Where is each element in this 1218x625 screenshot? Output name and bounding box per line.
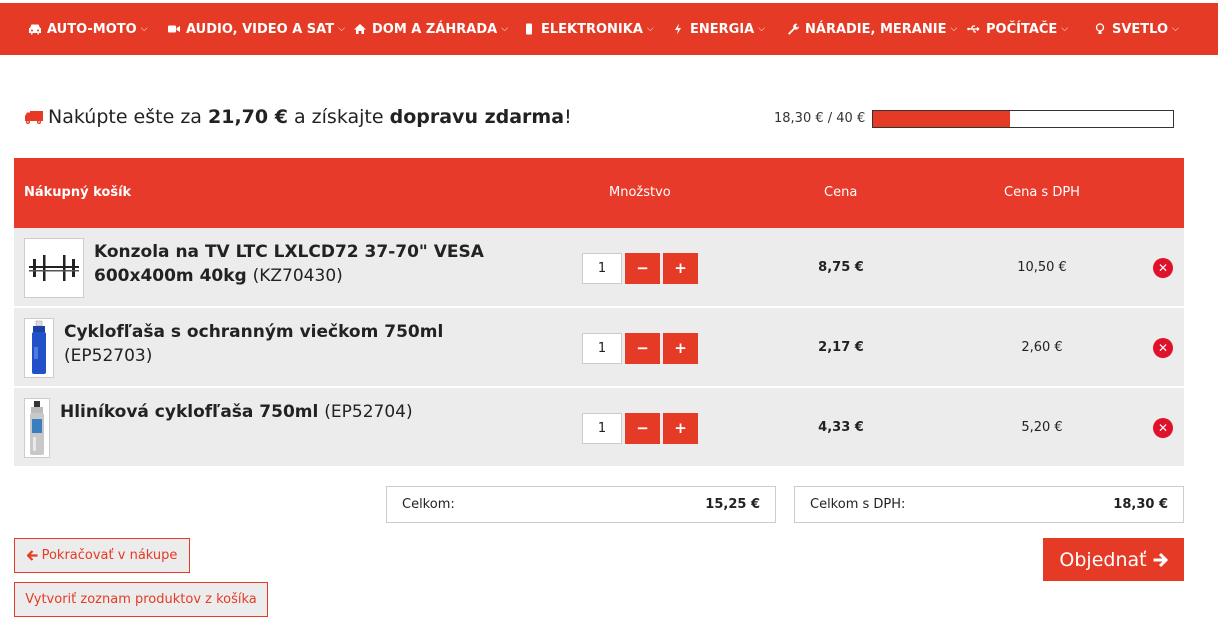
- decrease-qty-button[interactable]: −: [625, 413, 660, 444]
- create-list-label: Vytvoriť zoznam produktov z košíka: [25, 592, 257, 607]
- nav-label: AUDIO, VIDEO A SAT: [186, 21, 335, 37]
- chevron-down-icon: ⌵: [646, 24, 654, 34]
- cart-row: Cyklofľaša s ochranným viečkom 750ml (EP…: [14, 308, 1184, 388]
- product-title: Hliníková cyklofľaša 750ml: [60, 402, 319, 422]
- shipping-progress-text: 18,30 € / 40 €: [774, 111, 866, 126]
- nav-item-audio-video[interactable]: AUDIO, VIDEO A SAT ⌵: [167, 3, 345, 55]
- top-nav: AUTO-MOTO ⌵ AUDIO, VIDEO A SAT ⌵ DOM A ZÁH…: [0, 3, 1218, 55]
- cart-row: Konzola na TV LTC LXLCD72 37-70" VESA 60…: [14, 228, 1184, 308]
- water-bottle-image: [32, 320, 46, 374]
- product-image[interactable]: [24, 398, 50, 458]
- shipping-suffix: !: [564, 106, 572, 128]
- col-qty-header: Množstvo: [609, 185, 671, 200]
- shipping-amount: 21,70 €: [208, 106, 288, 128]
- col-price-header: Cena: [824, 185, 858, 200]
- wrench-icon: [788, 23, 800, 35]
- nav-item-energia[interactable]: ENERGIA ⌵: [671, 3, 765, 55]
- truck-icon: [25, 111, 43, 124]
- nav-label: AUTO-MOTO: [47, 21, 137, 37]
- product-code: (EP52703): [64, 346, 153, 366]
- cart-title: Nákupný košík: [24, 185, 132, 200]
- nav-label: POČÍTAČE: [986, 21, 1058, 37]
- video-camera-icon: [168, 25, 180, 33]
- increase-qty-button[interactable]: +: [663, 413, 698, 444]
- aluminium-bottle-image: [30, 401, 44, 455]
- nav-label: NÁRADIE, MERANIE: [805, 21, 947, 37]
- nav-item-naradie[interactable]: NÁRADIE, MERANIE ⌵: [786, 3, 957, 55]
- nav-item-auto-moto[interactable]: AUTO-MOTO ⌵: [28, 3, 148, 55]
- shipping-middle: a získajte: [293, 106, 384, 128]
- product-name[interactable]: Cyklofľaša s ochranným viečkom 750ml (EP…: [64, 320, 534, 368]
- continue-shopping-label: Pokračovať v nákupe: [41, 548, 178, 563]
- bolt-icon: [675, 23, 681, 35]
- product-image[interactable]: [24, 238, 84, 298]
- total-vat-value: 18,30 €: [1113, 497, 1168, 512]
- cart-header: Nákupný košík Množstvo Cena Cena s DPH: [14, 158, 1184, 228]
- quantity-input[interactable]: 1: [582, 333, 622, 364]
- nav-label: ENERGIA: [690, 21, 755, 37]
- tv-mount-image: [29, 255, 79, 281]
- free-shipping-notice: Nakúpte ešte za 21,70 € a získajte dopra…: [24, 106, 572, 128]
- decrease-qty-button[interactable]: −: [625, 333, 660, 364]
- item-price: 8,75 €: [818, 260, 864, 275]
- chevron-down-icon: ⌵: [758, 24, 766, 34]
- item-price: 4,33 €: [818, 420, 864, 435]
- remove-item-icon[interactable]: ✕: [1153, 338, 1173, 358]
- cart-row: Hliníková cyklofľaša 750ml (EP52704) 1 −…: [14, 388, 1184, 468]
- total-vat-box: Celkom s DPH: 18,30 €: [794, 486, 1184, 523]
- quantity-input[interactable]: 1: [582, 253, 622, 284]
- order-label: Objednať: [1059, 548, 1147, 571]
- total-vat-label: Celkom s DPH:: [810, 497, 906, 512]
- continue-shopping-button[interactable]: Pokračovať v nákupe: [14, 538, 190, 573]
- nav-item-dom-zahrada[interactable]: DOM A ZÁHRADA ⌵: [353, 3, 508, 55]
- shipping-progress-fill: [873, 111, 1011, 127]
- nav-label: DOM A ZÁHRADA: [372, 21, 498, 37]
- product-code: (EP52704): [324, 402, 413, 422]
- col-price-vat-header: Cena s DPH: [1004, 185, 1080, 200]
- decrease-qty-button[interactable]: −: [625, 253, 660, 284]
- nav-label: SVETLO: [1112, 21, 1169, 37]
- remove-item-icon[interactable]: ✕: [1153, 258, 1173, 278]
- product-image[interactable]: [24, 318, 54, 378]
- usb-icon: [967, 25, 980, 33]
- quantity-input[interactable]: 1: [582, 413, 622, 444]
- create-list-button[interactable]: Vytvoriť zoznam produktov z košíka: [14, 582, 268, 617]
- remove-item-icon[interactable]: ✕: [1153, 418, 1173, 438]
- total-value: 15,25 €: [705, 497, 760, 512]
- increase-qty-button[interactable]: +: [663, 333, 698, 364]
- item-price: 2,17 €: [818, 340, 864, 355]
- chevron-down-icon: ⌵: [338, 24, 345, 34]
- shipping-prefix: Nakúpte ešte za: [48, 106, 202, 128]
- home-icon: [354, 24, 366, 34]
- order-button[interactable]: Objednať: [1043, 538, 1184, 581]
- increase-qty-button[interactable]: +: [663, 253, 698, 284]
- cart-table: Nákupný košík Množstvo Cena Cena s DPH K…: [14, 158, 1184, 468]
- chevron-down-icon: ⌵: [501, 24, 509, 34]
- nav-item-elektronika[interactable]: ELEKTRONIKA ⌵: [522, 3, 654, 55]
- product-code: (KZ70430): [252, 266, 343, 286]
- shipping-free: dopravu zdarma: [389, 106, 565, 128]
- chevron-down-icon: ⌵: [950, 24, 958, 34]
- nav-label: ELEKTRONIKA: [541, 21, 643, 37]
- total-label: Celkom:: [402, 497, 455, 512]
- total-box: Celkom: 15,25 €: [386, 486, 776, 523]
- mobile-icon: [526, 23, 532, 35]
- car-icon: [29, 24, 41, 35]
- nav-item-svetlo[interactable]: SVETLO ⌵: [1093, 3, 1179, 55]
- chevron-down-icon: ⌵: [1172, 24, 1179, 34]
- chevron-down-icon: ⌵: [140, 24, 148, 34]
- item-price-vat: 2,60 €: [1021, 340, 1063, 355]
- item-price-vat: 10,50 €: [1017, 260, 1067, 275]
- item-price-vat: 5,20 €: [1021, 420, 1063, 435]
- product-title: Cyklofľaša s ochranným viečkom 750ml: [64, 322, 444, 342]
- chevron-down-icon: ⌵: [1061, 24, 1069, 34]
- arrow-right-icon: [1153, 552, 1168, 567]
- bulb-icon: [1095, 23, 1105, 34]
- shipping-progress-bar: [872, 110, 1174, 128]
- arrow-left-icon: [26, 550, 38, 561]
- product-name[interactable]: Hliníková cyklofľaša 750ml (EP52704): [60, 400, 530, 424]
- product-name[interactable]: Konzola na TV LTC LXLCD72 37-70" VESA 60…: [94, 240, 514, 288]
- nav-item-pocitace[interactable]: POČÍTAČE ⌵: [967, 3, 1068, 55]
